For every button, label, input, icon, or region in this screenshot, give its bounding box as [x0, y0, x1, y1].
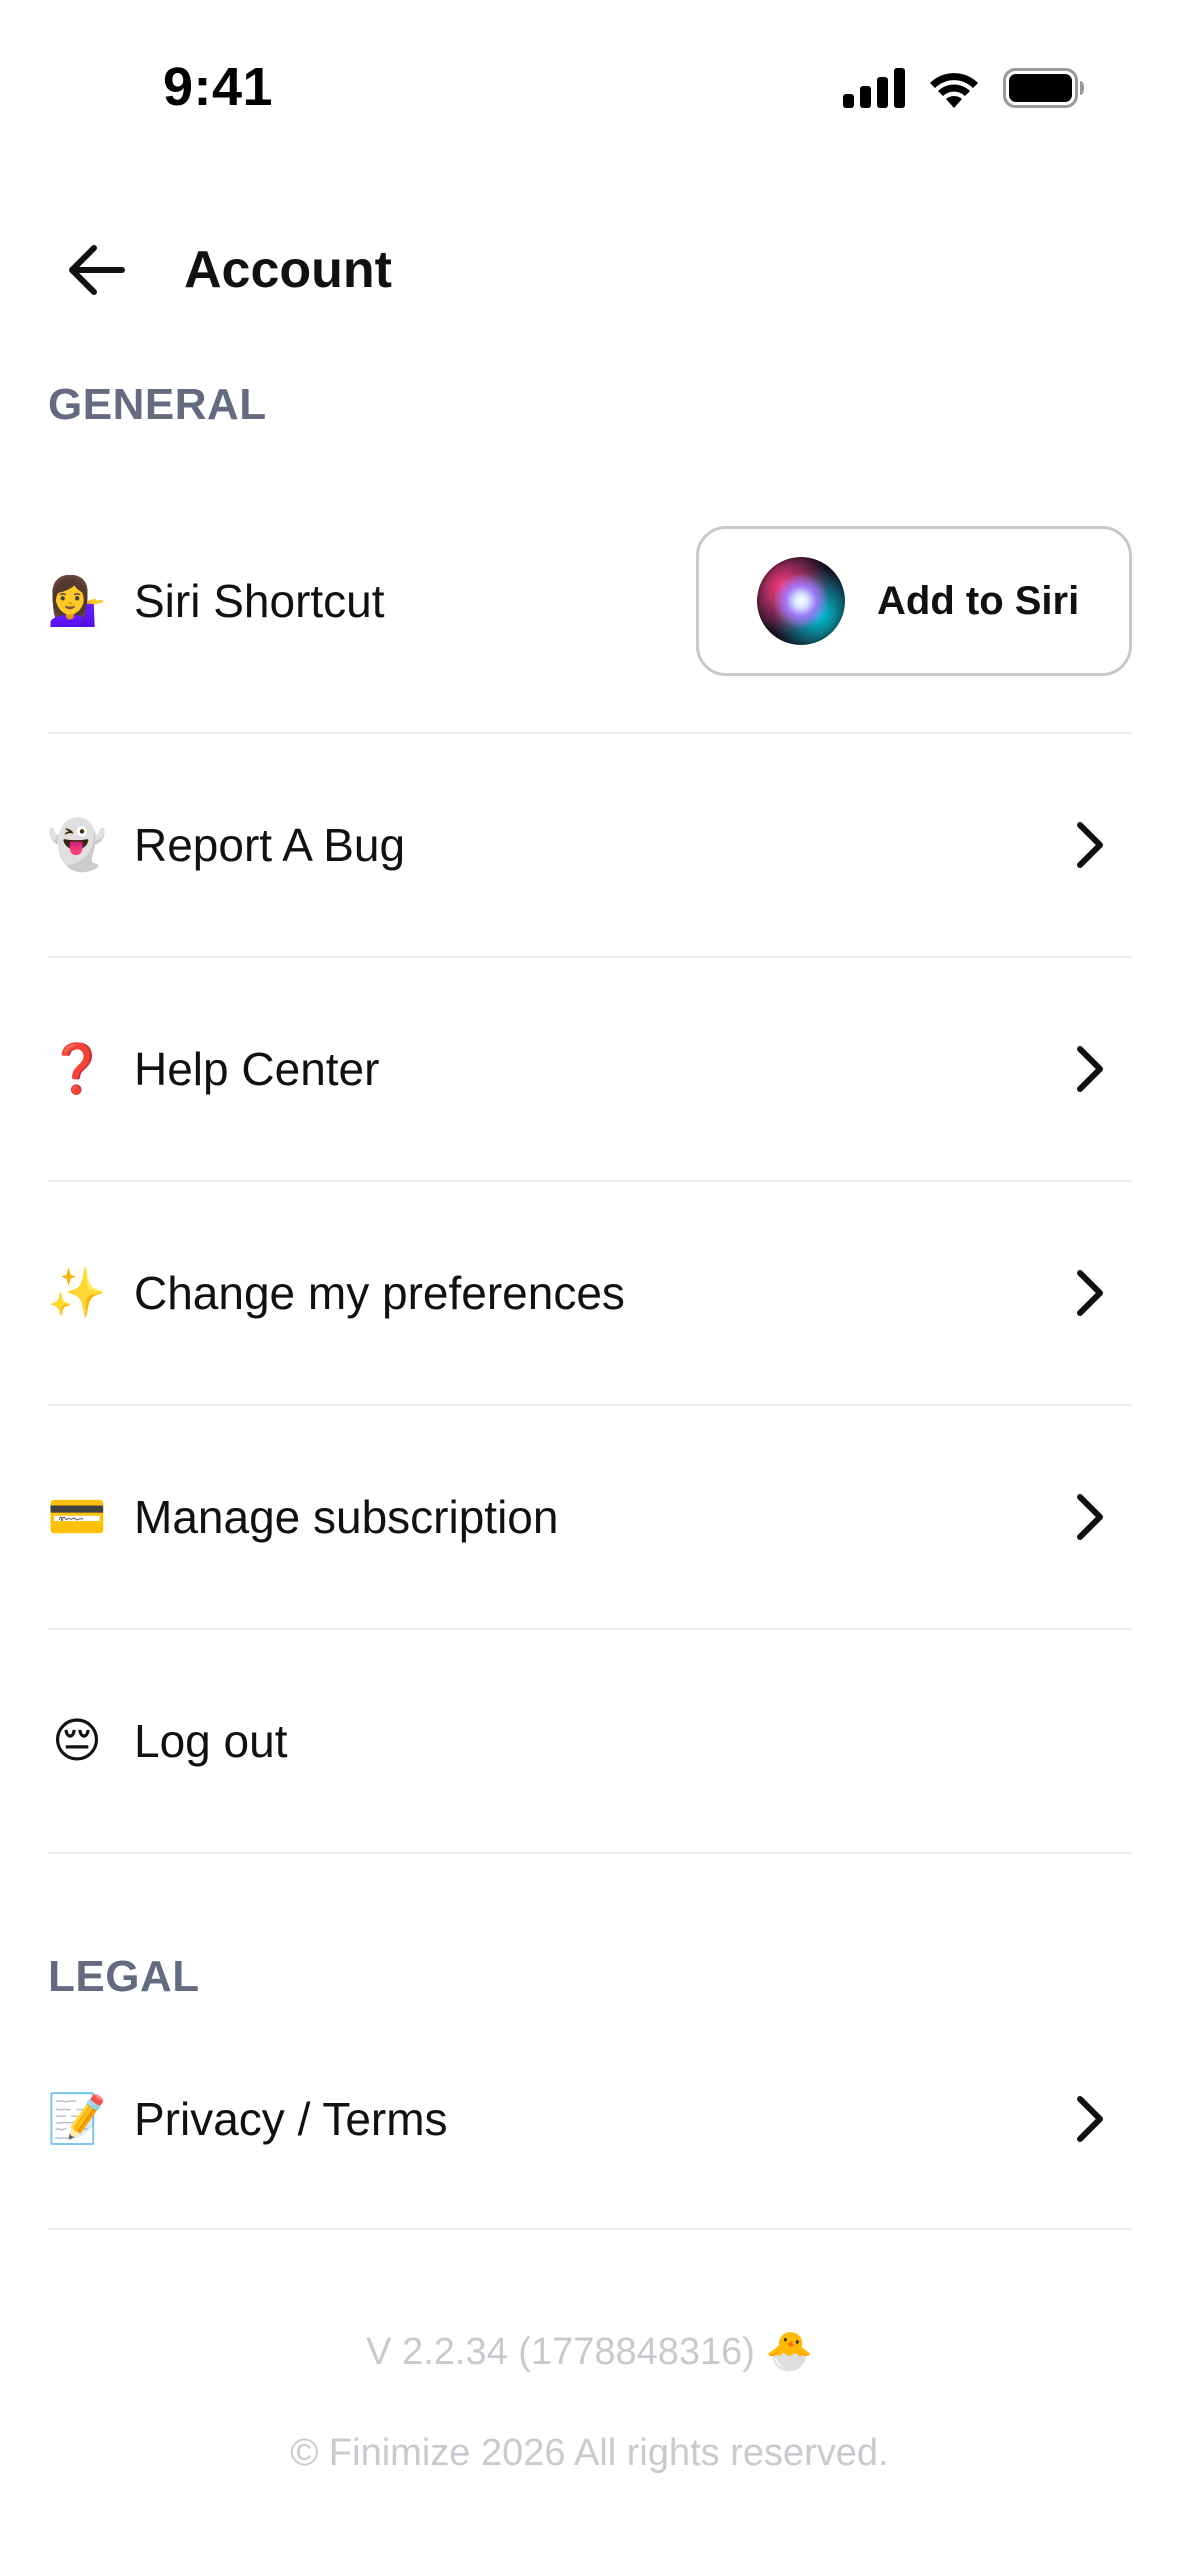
ghost-icon: 👻: [47, 817, 107, 873]
wifi-icon: [930, 73, 978, 108]
report-bug-row[interactable]: 👻 Report A Bug: [47, 734, 1132, 958]
battery-icon: [1003, 68, 1084, 108]
arrow-left-icon: [69, 245, 125, 295]
status-icons: [843, 66, 1085, 110]
report-bug-label: Report A Bug: [134, 819, 406, 871]
add-to-siri-button[interactable]: Add to Siri: [696, 526, 1132, 676]
change-preferences-label: Change my preferences: [134, 1267, 625, 1319]
credit-card-icon: 💳: [47, 1489, 107, 1545]
log-out-row[interactable]: 😔 Log out: [48, 1630, 1132, 1854]
siri-icon: [757, 557, 845, 645]
back-button[interactable]: [56, 230, 136, 310]
privacy-terms-row[interactable]: 📝 Privacy / Terms: [47, 2010, 1132, 2230]
copyright-text: © Finimize 2026 All rights reserved.: [290, 2432, 889, 2474]
header: Account: [0, 220, 1179, 320]
privacy-terms-label: Privacy / Terms: [134, 2093, 448, 2145]
add-to-siri-label: Add to Siri: [877, 578, 1080, 623]
manage-subscription-row[interactable]: 💳 Manage subscription: [47, 1406, 1132, 1630]
page-title: Account: [184, 241, 392, 299]
pensive-face-icon: 😔: [51, 1713, 103, 1769]
person-tipping-hand-icon: 💁‍♀️: [47, 573, 107, 629]
chevron-right-icon: [1060, 1263, 1120, 1323]
chevron-right-icon: [1060, 1487, 1120, 1547]
signal-icon: [843, 68, 905, 108]
change-preferences-row[interactable]: ✨ Change my preferences: [47, 1182, 1132, 1406]
section-header-general: GENERAL: [48, 380, 267, 429]
app-version: V 2.2.34 (1778848316) 🐣: [366, 2331, 813, 2373]
manage-subscription-label: Manage subscription: [134, 1491, 559, 1543]
help-center-row[interactable]: ❓ Help Center: [47, 958, 1132, 1182]
status-time: 9:41: [163, 57, 274, 117]
status-bar: 9:41: [0, 0, 1179, 170]
chevron-right-icon: [1060, 1039, 1120, 1099]
question-mark-icon: ❓: [47, 1041, 107, 1097]
account-screen: 9:41 Accoun: [0, 0, 1179, 2556]
memo-icon: 📝: [47, 2091, 107, 2147]
chevron-right-icon: [1060, 2089, 1120, 2149]
help-center-label: Help Center: [134, 1043, 380, 1095]
siri-shortcut-row: 💁‍♀️ Siri Shortcut Add to Siri: [47, 470, 1132, 734]
log-out-label: Log out: [134, 1715, 288, 1767]
section-header-legal: LEGAL: [48, 1952, 200, 2001]
chevron-right-icon: [1060, 815, 1120, 875]
sparkles-icon: ✨: [47, 1265, 107, 1321]
